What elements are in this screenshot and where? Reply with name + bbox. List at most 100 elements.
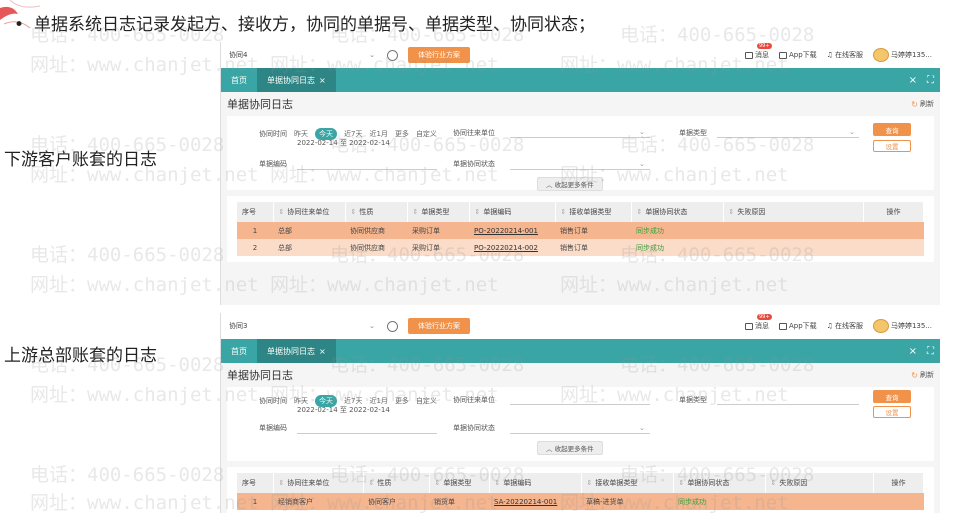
refresh-icon: ↻ bbox=[911, 99, 918, 109]
time-chip-more[interactable]: 更多 bbox=[395, 396, 409, 406]
partner-select[interactable] bbox=[510, 126, 650, 138]
page-title: 单据协同日志 bbox=[227, 98, 293, 111]
chevron-down-icon: ⌄ bbox=[369, 51, 375, 59]
watermark-phone: 电话：400-665-0028 bbox=[30, 244, 225, 266]
table-row[interactable]: 1 总部 协同供应商 采购订单 PO-20220214-001 销售订单 同步成… bbox=[237, 222, 924, 239]
cell-doc-code-link[interactable]: PO-20220214-002 bbox=[469, 239, 555, 256]
cell-doc-type: 采购订单 bbox=[407, 222, 469, 239]
tab-bar: 首页 单据协同日志 × × ⛶ bbox=[221, 68, 940, 92]
settings-button[interactable]: 设置 bbox=[873, 406, 911, 418]
downstream-screenshot: 协同4 ⌄ 体验行业方案 99+ 消息 App下载 ♫ 在线客服 马婷婷135.… bbox=[220, 42, 940, 305]
downstream-label: 下游客户账套的日志 bbox=[4, 150, 157, 170]
app-download-button[interactable]: App下载 bbox=[778, 50, 817, 60]
filter-panel: 协同时间 昨天 今天 近7天 近1月 更多 自定义 2022-02-14 至 2… bbox=[227, 387, 934, 461]
doc-no-input[interactable] bbox=[297, 158, 437, 170]
col-header: 序号 bbox=[237, 473, 274, 493]
account-selector[interactable]: 协同4 ⌄ bbox=[229, 50, 379, 60]
bullet-glyph: • bbox=[14, 15, 25, 35]
tab-home[interactable]: 首页 bbox=[221, 68, 257, 92]
messages-label: 消息 bbox=[754, 51, 769, 59]
messages-button[interactable]: 99+ 消息 bbox=[744, 43, 772, 60]
refresh-button[interactable]: ↻ 刷新 bbox=[911, 370, 934, 380]
close-all-icon[interactable]: × bbox=[909, 346, 917, 357]
cell-receive-type: 销售订单 bbox=[555, 222, 631, 239]
phone-icon bbox=[778, 322, 787, 330]
cell-action bbox=[873, 493, 924, 510]
message-icon bbox=[744, 322, 753, 330]
phone-icon bbox=[778, 51, 787, 59]
message-icon bbox=[744, 51, 753, 59]
time-chip-custom[interactable]: 自定义 bbox=[416, 396, 437, 406]
refresh-label: 刷新 bbox=[920, 371, 934, 379]
col-header: ⇕ 单据编码 bbox=[489, 473, 582, 493]
tab-doc-sync-log[interactable]: 单据协同日志 × bbox=[257, 339, 336, 363]
cell-index: 2 bbox=[237, 239, 273, 256]
cell-receive-type: 草稿-进货单 bbox=[581, 493, 673, 510]
cell-partner: 总部 bbox=[273, 222, 345, 239]
user-menu[interactable]: 马婷婷135... bbox=[872, 319, 932, 333]
gear-icon[interactable] bbox=[387, 49, 398, 61]
tab-label: 单据协同日志 bbox=[267, 346, 315, 356]
cell-doc-code-link[interactable]: PO-20220214-001 bbox=[469, 222, 555, 239]
query-button[interactable]: 查询 bbox=[873, 123, 911, 136]
doc-type-select[interactable] bbox=[717, 126, 859, 138]
cell-nature: 协同供应商 bbox=[345, 222, 407, 239]
filter-panel: 协同时间 昨天 今天 近7天 近1月 更多 自定义 2022-02-14 至 2… bbox=[227, 116, 934, 191]
table-header-row: 序号 ⇕ 协同往来单位 ⇕ 性质 ⇕ 单据类型 ⇕ 单据编码 ⇕ 接收单据类型 ⇕ 单据协同… bbox=[237, 202, 924, 222]
time-chip-custom[interactable]: 自定义 bbox=[416, 129, 437, 139]
gear-icon[interactable] bbox=[387, 320, 398, 332]
refresh-button[interactable]: ↻ 刷新 bbox=[911, 99, 934, 109]
cell-receive-type: 销售订单 bbox=[555, 239, 631, 256]
collapse-conditions-button[interactable]: ︿ 收起更多条件 bbox=[537, 177, 603, 191]
trial-industry-button[interactable]: 体验行业方案 bbox=[408, 318, 470, 334]
messages-button[interactable]: 99+ 消息 bbox=[744, 314, 772, 331]
status-select[interactable] bbox=[510, 158, 650, 170]
headset-icon: ♫ bbox=[826, 51, 833, 59]
slide-bullet: • 单据系统日志记录发起方、接收方，协同的单据号、单据类型、协同状态； bbox=[14, 10, 595, 35]
cell-partner: 总部 bbox=[273, 239, 345, 256]
close-all-icon[interactable]: × bbox=[909, 75, 917, 86]
fullscreen-icon[interactable]: ⛶ bbox=[927, 346, 934, 357]
col-header: ⇕ 单据协同状态 bbox=[631, 202, 724, 222]
tab-doc-sync-log[interactable]: 单据协同日志 × bbox=[257, 68, 336, 92]
refresh-icon: ↻ bbox=[911, 370, 918, 380]
chevron-down-icon: ⌄ bbox=[369, 322, 375, 330]
time-chip-more[interactable]: 更多 bbox=[395, 129, 409, 139]
col-header: ⇕ 接收单据类型 bbox=[555, 202, 632, 222]
tab-home[interactable]: 首页 bbox=[221, 339, 257, 363]
col-header: ⇕ 单据协同状态 bbox=[673, 473, 766, 493]
col-header: 操作 bbox=[873, 473, 924, 493]
status-select[interactable] bbox=[510, 422, 650, 434]
doc-no-input[interactable] bbox=[297, 422, 437, 434]
online-service-button[interactable]: ♫ 在线客服 bbox=[827, 321, 863, 331]
top-bar: 协同3 ⌄ 体验行业方案 99+ 消息 App下载 ♫ 在线客服 马婷婷135.… bbox=[221, 313, 940, 339]
cell-doc-code-link[interactable]: SA-20220214-001 bbox=[489, 493, 581, 510]
sync-time-label: 协同时间 bbox=[259, 397, 287, 405]
top-bar: 协同4 ⌄ 体验行业方案 99+ 消息 App下载 ♫ 在线客服 马婷婷135.… bbox=[221, 42, 940, 68]
online-service-button[interactable]: ♫ 在线客服 bbox=[827, 50, 863, 60]
close-icon[interactable]: × bbox=[319, 76, 326, 85]
online-service-label: 在线客服 bbox=[834, 51, 863, 59]
user-menu[interactable]: 马婷婷135... bbox=[872, 48, 932, 62]
col-header: ⇕ 协同往来单位 bbox=[273, 202, 346, 222]
account-selector[interactable]: 协同3 ⌄ bbox=[229, 321, 379, 331]
close-icon[interactable]: × bbox=[319, 347, 326, 356]
status-label: 单据协同状态 bbox=[453, 424, 495, 432]
doc-type-select[interactable] bbox=[717, 393, 859, 405]
settings-button[interactable]: 设置 bbox=[873, 140, 911, 152]
trial-industry-button[interactable]: 体验行业方案 bbox=[408, 47, 470, 63]
col-header: ⇕ 接收单据类型 bbox=[581, 473, 674, 493]
app-download-button[interactable]: App下载 bbox=[778, 321, 817, 331]
collapse-conditions-button[interactable]: ︿ 收起更多条件 bbox=[537, 441, 603, 455]
cell-sync-status: 同步成功 bbox=[631, 239, 723, 256]
fullscreen-icon[interactable]: ⛶ bbox=[927, 75, 934, 86]
partner-select[interactable] bbox=[510, 393, 650, 405]
query-button[interactable]: 查询 bbox=[873, 390, 911, 403]
col-header: 操作 bbox=[863, 202, 924, 222]
cell-nature: 协同供应商 bbox=[345, 239, 407, 256]
table-row[interactable]: 2 总部 协同供应商 采购订单 PO-20220214-002 销售订单 同步成… bbox=[237, 239, 924, 256]
app-download-label: App下载 bbox=[788, 322, 817, 330]
table-header-row: 序号 ⇕ 协同往来单位 ⇕ 性质 ⇕ 单据类型 ⇕ 单据编码 ⇕ 接收单据类型 ⇕ 单据协同… bbox=[237, 473, 924, 493]
cell-fail-reason bbox=[723, 222, 864, 239]
table-row[interactable]: 1 经销商客户 协同客户 销货单 SA-20220214-001 草稿-进货单 … bbox=[237, 493, 924, 510]
